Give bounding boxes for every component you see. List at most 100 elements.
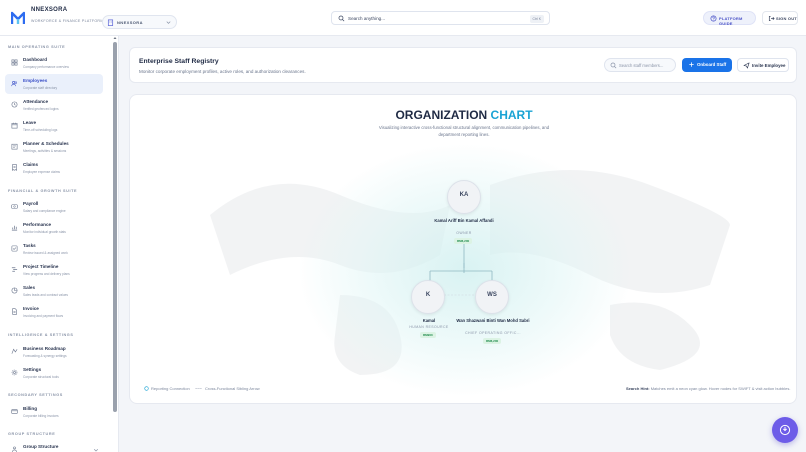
search-hint: Search Hint: Matches emit a neon cyan gl…	[626, 386, 790, 391]
sidebar-item-group-structure[interactable]: Group Structure	[5, 440, 103, 452]
sidebar-item-billing[interactable]: Billing Corporate billing invoices	[5, 402, 103, 422]
tasks-icon	[11, 245, 18, 252]
platform-guide-label: PLATFORM GUIDE	[719, 16, 743, 26]
sidebar-item-label: Tasks	[23, 243, 36, 248]
building-icon	[107, 19, 114, 26]
staff-search-placeholder: Search staff members...	[619, 63, 664, 68]
sign-out-button[interactable]: SIGN OUT	[762, 11, 798, 25]
sidebar-item-caption: Company performance overview	[23, 65, 69, 69]
node-role: OWNER	[456, 231, 472, 235]
sidebar-item-caption: Corporate structural tools	[23, 375, 59, 379]
section-financial-growth: FINANCIAL & GROWTH SUITE	[8, 189, 78, 193]
sidebar-item-settings[interactable]: Settings Corporate structural tools	[5, 363, 103, 383]
sidebar-item-caption: Review issued & assigned work	[23, 251, 68, 255]
sidebar-item-label: Claims	[23, 162, 39, 167]
chevron-down-icon[interactable]	[93, 447, 99, 452]
sidebar-item-label: Planner & Schedules	[23, 141, 69, 146]
reporting-connectors	[429, 243, 493, 296]
roadmap-icon	[11, 348, 18, 354]
onboard-staff-label: Onboard Staff	[697, 62, 727, 67]
sidebar-item-label: Sales	[23, 285, 36, 290]
salary-badge: RM900	[420, 332, 436, 338]
sidebar-item-project-timeline[interactable]: Project Timeline View progress and deliv…	[5, 260, 103, 280]
sidebar-item-payroll[interactable]: Payroll Salary and compliance engine	[5, 197, 103, 217]
legend-sibling-label: Cross-Functional Sibling Arrow	[205, 386, 260, 391]
sidebar: MAIN OPERATING SUITE Dashboard Company p…	[0, 36, 119, 452]
sidebar-item-caption: Corporate billing invoices	[23, 414, 59, 418]
node-role: CHIEF OPERATING OFFIC...	[465, 331, 521, 335]
sidebar-item-label: Employees	[23, 78, 48, 83]
sidebar-item-label: Dashboard	[23, 57, 47, 62]
sidebar-item-label: Attendance	[23, 99, 49, 104]
sidebar-item-label: Billing	[23, 406, 38, 411]
send-icon	[743, 62, 750, 69]
sidebar-item-caption: Verified geofenced logins	[23, 107, 59, 111]
brand-logo[interactable]	[11, 11, 25, 25]
sidebar-item-caption: Invoicing and payment flows	[23, 314, 64, 318]
onboard-staff-button[interactable]: Onboard Staff	[682, 58, 732, 72]
invite-employee-button[interactable]: Invite Employee	[737, 58, 789, 72]
help-icon	[710, 15, 717, 22]
group-icon	[12, 446, 17, 452]
billing-icon	[11, 409, 18, 414]
search-hint-text: Matches emit a neon cyan glow. Hover nod…	[650, 386, 791, 391]
sidebar-item-performance[interactable]: Performance Monitor individual growth st…	[5, 218, 103, 238]
sidebar-item-caption: Meetings, activities & sessions	[23, 149, 67, 153]
brand-name: NNEXSORA	[31, 7, 68, 13]
logout-icon	[768, 15, 775, 22]
sidebar-item-label: Performance	[23, 222, 52, 227]
scroll-up-arrow-icon[interactable]	[113, 36, 117, 40]
organization-chart-canvas[interactable]: ORGANIZATION CHART Visualizing interacti…	[129, 94, 797, 404]
sidebar-item-sales[interactable]: Sales Sales leads and contract values	[5, 281, 103, 301]
assistant-fab-button[interactable]	[772, 417, 798, 443]
platform-guide-button[interactable]: PLATFORM GUIDE	[703, 11, 756, 26]
node-name: Kamal Ariff Bin Kamal Affandi	[434, 218, 494, 223]
sidebar-item-claims[interactable]: Claims Employee expense claims	[5, 158, 103, 178]
avatar-initials: K	[425, 292, 431, 298]
dashed-arrow-icon	[195, 388, 202, 389]
search-shortcut-badge: Ctrl K	[529, 15, 544, 23]
avatar-initials: KA	[459, 192, 469, 198]
sidebar-item-invoice[interactable]: Invoice Invoicing and payment flows	[5, 302, 103, 322]
sidebar-item-caption: Employee expense claims	[23, 170, 61, 174]
chevron-down-icon	[166, 21, 171, 24]
clock-icon	[11, 101, 18, 108]
global-search-input[interactable]: Search anything... Ctrl K	[331, 11, 550, 25]
sidebar-item-business-roadmap[interactable]: Business Roadmap Forecasting & synergy s…	[5, 342, 103, 362]
sign-out-label: SIGN OUT	[776, 16, 797, 21]
avatar-initials: WS	[487, 292, 497, 298]
sidebar-item-label: Project Timeline	[23, 264, 59, 269]
sidebar-item-employees[interactable]: Employees Corporate staff directory	[5, 74, 103, 94]
sidebar-item-dashboard[interactable]: Dashboard Company performance overview	[5, 53, 103, 73]
page-title: Enterprise Staff Registry	[139, 58, 219, 65]
sidebar-item-caption: Corporate staff directory	[23, 86, 58, 90]
salary-badge: RM6,200	[454, 238, 473, 244]
sidebar-item-label: Group Structure	[23, 444, 59, 449]
sidebar-item-tasks[interactable]: Tasks Review issued & assigned work	[5, 239, 103, 259]
staff-search-input[interactable]: Search staff members...	[604, 58, 676, 72]
organization-name: NNEXSORA	[117, 20, 143, 25]
top-bar: NNEXSORA WORKFORCE & FINANCE PLATFORM NN…	[0, 0, 806, 36]
legend-reporting-label: Reporting Connection	[151, 386, 190, 391]
staff-registry-header: Enterprise Staff Registry Monitor corpor…	[129, 47, 797, 83]
page-subtitle: Monitor corporate employment profiles, a…	[139, 69, 306, 74]
organization-selector[interactable]: NNEXSORA	[102, 15, 177, 29]
sidebar-item-label: Business Roadmap	[23, 346, 66, 351]
legend-sibling-arrow: Cross-Functional Sibling Arrow	[195, 386, 260, 391]
calendar-icon	[11, 122, 18, 129]
section-main-operating: MAIN OPERATING SUITE	[8, 45, 66, 49]
sidebar-item-attendance[interactable]: Attendance Verified geofenced logins	[5, 95, 103, 115]
gear-icon	[11, 369, 18, 376]
sidebar-item-caption: Forecasting & synergy settings	[23, 354, 67, 358]
sidebar-item-caption: Salary and compliance engine	[23, 209, 66, 213]
sidebar-item-label: Leave	[23, 120, 37, 125]
sidebar-scrollbar-thumb[interactable]	[113, 42, 117, 412]
plus-icon	[689, 62, 694, 67]
sidebar-item-planner[interactable]: Planner & Schedules Meetings, activities…	[5, 137, 103, 157]
sidebar-item-leave[interactable]: Leave Time-off scheduling logs	[5, 116, 103, 136]
search-icon	[610, 62, 617, 69]
sidebar-item-caption: Monitor individual growth stats	[23, 230, 66, 234]
legend-reporting-connection: Reporting Connection	[144, 386, 190, 391]
receipt-icon	[12, 164, 17, 171]
chart-icon	[11, 225, 18, 231]
